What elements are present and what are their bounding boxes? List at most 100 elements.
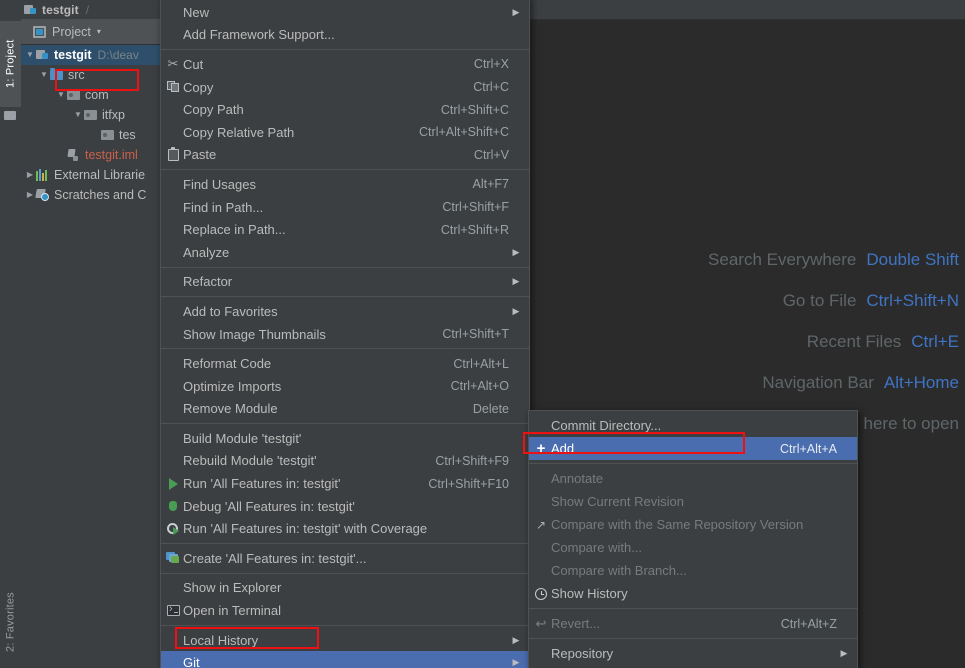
- tree-twisty[interactable]: ▼: [38, 71, 50, 79]
- menu-separator: [161, 266, 529, 268]
- hint-label: Recent Files: [806, 332, 902, 351]
- terminal-icon: [163, 603, 183, 617]
- menu-item-open-in-terminal[interactable]: Open in Terminal: [161, 599, 529, 622]
- submenu-arrow-icon: ▶: [512, 276, 520, 287]
- menu-item-commit-directory[interactable]: Commit Directory...: [529, 414, 857, 437]
- menu-item-label: Find Usages: [183, 176, 256, 192]
- menu-item-find-in-path[interactable]: Find in Path... Ctrl+Shift+F: [161, 196, 529, 219]
- paste-icon: [163, 146, 183, 161]
- package-icon: [67, 89, 81, 102]
- revert-icon: [531, 616, 551, 632]
- tree-node-com[interactable]: ▼ com: [21, 85, 173, 105]
- tree-node-label: External Librarie: [54, 168, 146, 182]
- menu-item-label: Add Framework Support...: [183, 27, 335, 43]
- breadcrumb-separator: /: [85, 2, 90, 17]
- tree-node-testgit-iml[interactable]: testgit.iml: [21, 145, 173, 165]
- tree-node-label: Scratches and C: [54, 188, 147, 202]
- hint-key: pen: [930, 414, 959, 433]
- menu-item-show-in-explorer[interactable]: Show in Explorer: [161, 577, 529, 600]
- menu-item-copy-path[interactable]: Copy Path Ctrl+Shift+C: [161, 98, 529, 121]
- menu-item-rebuild-module[interactable]: Rebuild Module 'testgit' Ctrl+Shift+F9: [161, 450, 529, 473]
- tree-node-external-libraries[interactable]: ▶ External Librarie: [21, 165, 173, 185]
- menu-item-create-run-configuration[interactable]: Create 'All Features in: testgit'...: [161, 547, 529, 570]
- menu-separator: [161, 49, 529, 51]
- menu-item-accelerator: Ctrl+V: [473, 147, 509, 162]
- tree-twisty[interactable]: ▶: [24, 191, 36, 199]
- menu-item-new[interactable]: New ▶: [161, 1, 529, 24]
- menu-item-add-framework-support[interactable]: Add Framework Support...: [161, 24, 529, 47]
- run-icon: [163, 477, 183, 490]
- menu-item-label: Debug 'All Features in: testgit': [183, 498, 355, 514]
- menu-item-debug[interactable]: Debug 'All Features in: testgit': [161, 495, 529, 518]
- menu-item-git[interactable]: Git ▶: [161, 651, 529, 668]
- menu-item-label: Show in Explorer: [183, 580, 282, 596]
- tree-node-src[interactable]: ▼ src: [21, 65, 173, 85]
- menu-item-reformat-code[interactable]: Reformat Code Ctrl+Alt+L: [161, 352, 529, 375]
- hint-key: Ctrl+Shift+N: [866, 291, 959, 310]
- menu-item-run-with-coverage[interactable]: Run 'All Features in: testgit' with Cove…: [161, 517, 529, 540]
- menu-item-show-image-thumbnails[interactable]: Show Image Thumbnails Ctrl+Shift+T: [161, 323, 529, 346]
- menu-item-accelerator: Ctrl+C: [473, 80, 509, 95]
- tree-node-scratches[interactable]: ▶ Scratches and C: [21, 185, 173, 205]
- menu-separator: [161, 296, 529, 298]
- hint-label: Search Everywhere: [708, 250, 857, 269]
- menu-item-label: Analyze: [183, 244, 230, 260]
- menu-item-accelerator: Ctrl+Shift+F9: [435, 453, 509, 468]
- menu-separator: [161, 169, 529, 171]
- package-icon: [101, 129, 115, 142]
- tree-twisty[interactable]: ▼: [24, 51, 36, 59]
- menu-item-label: Show Current Revision: [551, 494, 684, 509]
- project-tree[interactable]: ▼ testgit D:\deav ▼ src ▼ com ▼ itfxp te…: [21, 45, 173, 205]
- menu-item-cut[interactable]: Cut Ctrl+X: [161, 53, 529, 76]
- menu-item-label: Cut: [183, 56, 204, 72]
- tree-twisty[interactable]: ▶: [24, 171, 36, 179]
- menu-item-label: Find in Path...: [183, 199, 264, 215]
- git-submenu[interactable]: Commit Directory... + Add Ctrl+Alt+A Ann…: [528, 410, 858, 668]
- hint-key: Double Shift: [866, 250, 959, 269]
- menu-item-show-history[interactable]: Show History: [529, 582, 857, 605]
- project-view-header[interactable]: Project ▾: [21, 19, 173, 45]
- menu-separator: [161, 423, 529, 425]
- tree-twisty[interactable]: ▼: [55, 91, 67, 99]
- menu-item-repository[interactable]: Repository ▶: [529, 642, 857, 665]
- project-view-label: Project: [52, 24, 91, 39]
- menu-item-analyze[interactable]: Analyze ▶: [161, 241, 529, 264]
- menu-item-copy-relative-path[interactable]: Copy Relative Path Ctrl+Alt+Shift+C: [161, 121, 529, 144]
- sidebar-item-project[interactable]: 1: Project: [0, 21, 21, 107]
- chevron-down-icon[interactable]: ▾: [97, 27, 101, 36]
- tree-node-itfxp[interactable]: ▼ itfxp: [21, 105, 173, 125]
- tree-node-testgit[interactable]: ▼ testgit D:\deav: [21, 45, 173, 65]
- menu-item-optimize-imports[interactable]: Optimize Imports Ctrl+Alt+O: [161, 375, 529, 398]
- copy-icon: [163, 81, 183, 93]
- menu-item-label: Show Image Thumbnails: [183, 326, 326, 342]
- menu-item-remove-module[interactable]: Remove Module Delete: [161, 398, 529, 421]
- menu-item-local-history[interactable]: Local History ▶: [161, 629, 529, 652]
- menu-item-add-to-favorites[interactable]: Add to Favorites ▶: [161, 300, 529, 323]
- tool-window-bar: 1: Project 2: Favorites ★: [0, 19, 22, 668]
- sidebar-item-favorites[interactable]: 2: Favorites: [0, 577, 21, 667]
- menu-item-label: Copy: [183, 79, 214, 95]
- menu-item-accelerator: Ctrl+Shift+T: [442, 327, 509, 342]
- menu-item-replace-in-path[interactable]: Replace in Path... Ctrl+Shift+R: [161, 218, 529, 241]
- module-icon: [36, 49, 50, 62]
- menu-item-refactor[interactable]: Refactor ▶: [161, 271, 529, 294]
- menu-item-add[interactable]: + Add Ctrl+Alt+A: [529, 437, 857, 460]
- menu-item-label: Compare with...: [551, 540, 643, 555]
- folder-source-icon: [50, 67, 64, 82]
- context-menu[interactable]: New ▶ Add Framework Support... Cut Ctrl+…: [160, 0, 530, 668]
- menu-item-label: Show History: [551, 586, 628, 601]
- plus-icon: +: [536, 440, 546, 457]
- menu-item-label: New: [183, 4, 210, 20]
- tree-node-tes[interactable]: tes: [21, 125, 173, 145]
- menu-item-label: Refactor: [183, 274, 233, 290]
- menu-item-build-module[interactable]: Build Module 'testgit': [161, 427, 529, 450]
- tree-node-label: tes: [119, 128, 136, 142]
- menu-item-run[interactable]: Run 'All Features in: testgit' Ctrl+Shif…: [161, 472, 529, 495]
- menu-item-compare-with: Compare with...: [529, 536, 857, 559]
- menu-item-find-usages[interactable]: Find Usages Alt+F7: [161, 173, 529, 196]
- menu-item-paste[interactable]: Paste Ctrl+V: [161, 144, 529, 167]
- tree-twisty[interactable]: ▼: [72, 111, 84, 119]
- menu-item-copy[interactable]: Copy Ctrl+C: [161, 76, 529, 99]
- menu-item-label: Run 'All Features in: testgit' with Cove…: [183, 521, 428, 537]
- tree-node-path: D:\deav: [97, 48, 139, 62]
